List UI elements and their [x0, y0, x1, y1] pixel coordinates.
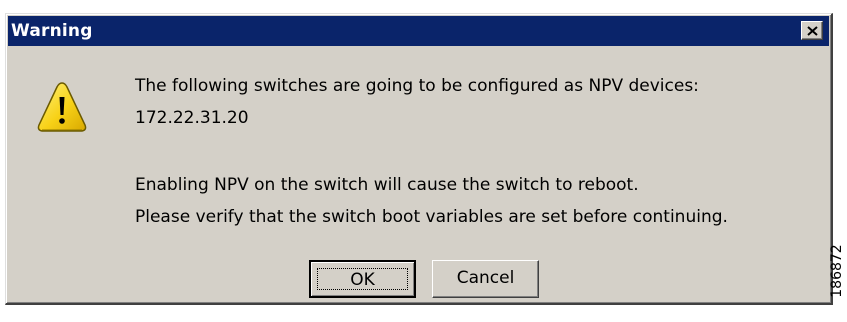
message-line-1: The following switches are going to be c…	[135, 76, 699, 96]
close-button[interactable]	[801, 21, 823, 40]
cancel-button[interactable]: Cancel	[432, 260, 539, 298]
dialog-title: Warning	[11, 21, 93, 41]
title-bar[interactable]: Warning	[8, 16, 829, 46]
ok-button-label: OK	[317, 268, 408, 290]
switch-address: 172.22.31.20	[135, 108, 249, 128]
ok-button[interactable]: OK	[309, 260, 416, 298]
close-icon	[807, 26, 818, 36]
message-line-3: Enabling NPV on the switch will cause th…	[135, 175, 639, 195]
warning-icon	[37, 82, 87, 132]
figure-id-text: 186872	[829, 244, 845, 298]
message-line-4: Please verify that the switch boot varia…	[135, 207, 728, 227]
figure-id: 186872	[827, 232, 847, 310]
warning-dialog: Warning The following switches are going…	[5, 13, 833, 305]
